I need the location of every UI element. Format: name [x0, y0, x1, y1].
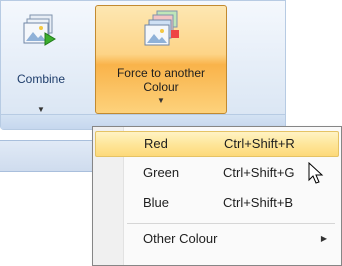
menu-item-label: Blue [143, 195, 170, 210]
menu-item-green[interactable]: Green Ctrl+Shift+G [95, 161, 337, 185]
chevron-down-icon: ▼ [157, 96, 165, 105]
colour-dropdown-menu: Red Ctrl+Shift+R Green Ctrl+Shift+G Blue… [92, 126, 342, 266]
combine-label: Combine [16, 72, 66, 86]
menu-item-label: Green [143, 165, 180, 180]
menu-item-blue[interactable]: Blue Ctrl+Shift+B [95, 191, 337, 215]
chevron-right-icon: ▶ [320, 234, 327, 243]
menu-item-label: Red [144, 136, 168, 151]
menu-item-red[interactable]: Red Ctrl+Shift+R [95, 131, 339, 157]
menu-item-shortcut: Ctrl+Shift+R [224, 136, 295, 151]
menu-item-label: Other Colour [143, 231, 218, 246]
force-label-line2: Colour [143, 80, 179, 94]
menu-separator [127, 223, 335, 224]
combine-images-icon [21, 13, 61, 53]
combine-button[interactable]: Combine ▼ [9, 5, 73, 114]
chevron-down-icon: ▼ [37, 105, 45, 114]
ribbon-group: Combine ▼ Force to another Colour ▼ [0, 0, 286, 130]
force-colour-images-icon [141, 10, 181, 50]
menu-item-other-colour[interactable]: Other Colour ▶ [95, 227, 337, 251]
force-to-another-colour-button[interactable]: Force to another Colour ▼ [95, 5, 227, 114]
menu-item-shortcut: Ctrl+Shift+G [223, 165, 295, 180]
menu-item-shortcut: Ctrl+Shift+B [223, 195, 294, 210]
mouse-pointer-icon [308, 161, 324, 191]
force-label: Force to another Colour [96, 66, 226, 94]
force-label-line1: Force to another [116, 66, 206, 80]
